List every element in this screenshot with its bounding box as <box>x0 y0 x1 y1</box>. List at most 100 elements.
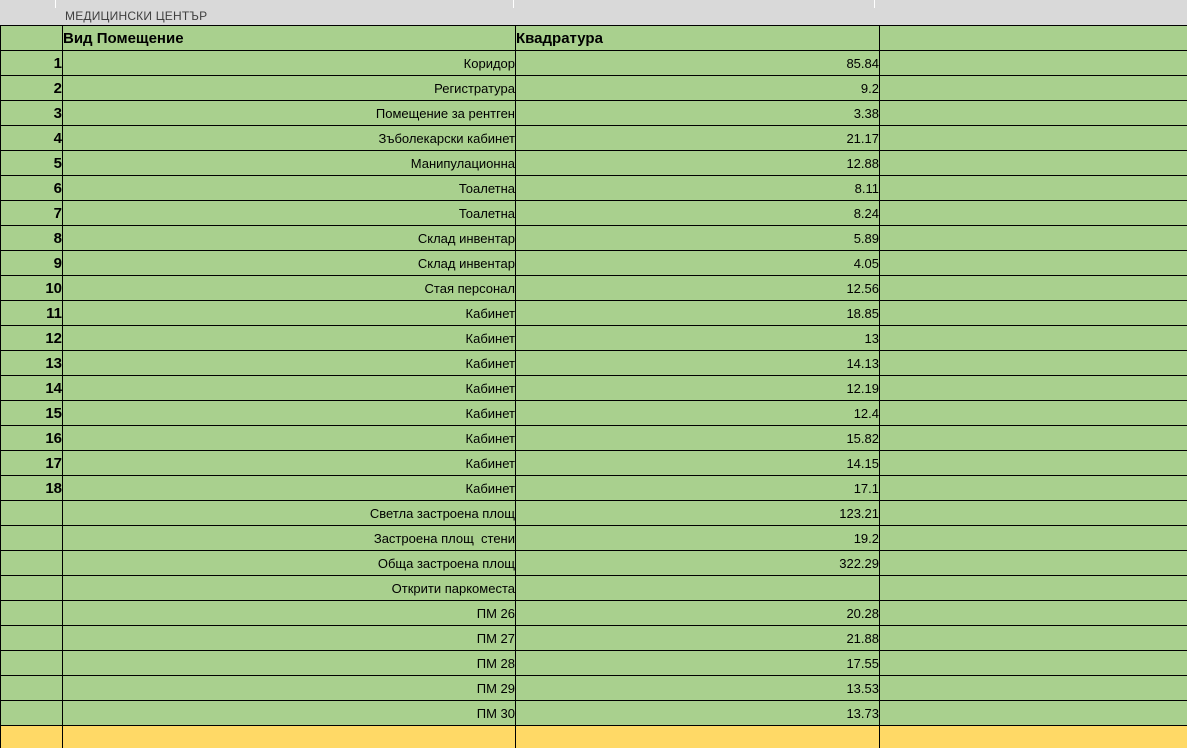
cell-area[interactable]: 85.84 <box>516 51 880 76</box>
cell-room-type[interactable]: Открити паркоместа <box>63 576 516 601</box>
cell-row-number[interactable]: 13 <box>1 351 63 376</box>
cell-room-type[interactable]: Кабинет <box>63 451 516 476</box>
cell-empty[interactable] <box>880 51 1187 76</box>
cell-area[interactable]: 14.13 <box>516 351 880 376</box>
cell-empty[interactable] <box>880 176 1187 201</box>
cell-row-number[interactable]: 11 <box>1 301 63 326</box>
cell-empty[interactable] <box>880 576 1187 601</box>
cell-area[interactable]: 8.24 <box>516 201 880 226</box>
cell-area[interactable]: 19.2 <box>516 526 880 551</box>
cell-empty[interactable] <box>880 351 1187 376</box>
cell-empty[interactable] <box>880 676 1187 701</box>
cell-area[interactable]: 8.11 <box>516 176 880 201</box>
cell-empty[interactable] <box>880 501 1187 526</box>
header-cell-empty[interactable] <box>1 26 63 51</box>
cell-row-number[interactable]: 7 <box>1 201 63 226</box>
cell-area[interactable]: 18.85 <box>516 301 880 326</box>
cell-room-type[interactable]: Зъболекарски кабинет <box>63 126 516 151</box>
cell-room-type[interactable]: Кабинет <box>63 351 516 376</box>
cell-room-type[interactable]: Склад инвентар <box>63 226 516 251</box>
cell-empty[interactable] <box>880 526 1187 551</box>
cell-empty[interactable] <box>1 726 63 748</box>
cell-row-number[interactable] <box>1 601 63 626</box>
cell-row-number[interactable]: 8 <box>1 226 63 251</box>
cell-empty[interactable] <box>880 451 1187 476</box>
cell-room-type[interactable]: Стая персонал <box>63 276 516 301</box>
cell-empty[interactable] <box>880 201 1187 226</box>
cell-row-number[interactable] <box>1 701 63 726</box>
cell-area[interactable]: 21.88 <box>516 626 880 651</box>
cell-empty[interactable] <box>880 551 1187 576</box>
cell-room-type[interactable]: Кабинет <box>63 401 516 426</box>
cell-row-number[interactable] <box>1 626 63 651</box>
cell-area[interactable]: 13.73 <box>516 701 880 726</box>
cell-area[interactable]: 15.82 <box>516 426 880 451</box>
cell-room-type[interactable]: ПМ 28 <box>63 651 516 676</box>
cell-row-number[interactable]: 5 <box>1 151 63 176</box>
cell-row-number[interactable] <box>1 551 63 576</box>
cell-empty[interactable] <box>880 376 1187 401</box>
cell-empty[interactable] <box>63 726 516 748</box>
cell-empty[interactable] <box>880 151 1187 176</box>
cell-area[interactable]: 20.28 <box>516 601 880 626</box>
cell-empty[interactable] <box>880 301 1187 326</box>
cell-area[interactable]: 21.17 <box>516 126 880 151</box>
cell-empty[interactable] <box>880 126 1187 151</box>
column-header-room-type[interactable]: Вид Помещение <box>63 26 516 51</box>
cell-area[interactable]: 12.4 <box>516 401 880 426</box>
cell-row-number[interactable]: 12 <box>1 326 63 351</box>
cell-empty[interactable] <box>880 401 1187 426</box>
cell-area[interactable]: 17.1 <box>516 476 880 501</box>
cell-row-number[interactable]: 15 <box>1 401 63 426</box>
header-cell-empty[interactable] <box>880 26 1187 51</box>
cell-area[interactable]: 12.56 <box>516 276 880 301</box>
cell-empty[interactable] <box>880 226 1187 251</box>
cell-area[interactable] <box>516 576 880 601</box>
cell-empty[interactable] <box>880 276 1187 301</box>
cell-row-number[interactable]: 16 <box>1 426 63 451</box>
cell-room-type[interactable]: Кабинет <box>63 426 516 451</box>
cell-row-number[interactable]: 14 <box>1 376 63 401</box>
cell-area[interactable]: 3.38 <box>516 101 880 126</box>
cell-room-type[interactable]: ПМ 29 <box>63 676 516 701</box>
cell-empty[interactable] <box>880 76 1187 101</box>
cell-row-number[interactable]: 4 <box>1 126 63 151</box>
cell-area[interactable]: 14.15 <box>516 451 880 476</box>
cell-room-type[interactable]: Регистратура <box>63 76 516 101</box>
cell-row-number[interactable] <box>1 651 63 676</box>
cell-room-type[interactable]: ПМ 26 <box>63 601 516 626</box>
cell-room-type[interactable]: Помещение за рентген <box>63 101 516 126</box>
cell-room-type[interactable]: Кабинет <box>63 476 516 501</box>
cell-row-number[interactable] <box>1 576 63 601</box>
cell-area[interactable]: 123.21 <box>516 501 880 526</box>
column-header-area[interactable]: Квадратура <box>516 26 880 51</box>
cell-empty[interactable] <box>880 476 1187 501</box>
cell-room-type[interactable]: ПМ 27 <box>63 626 516 651</box>
cell-room-type[interactable]: Тоалетна <box>63 176 516 201</box>
cell-row-number[interactable]: 18 <box>1 476 63 501</box>
cell-area[interactable]: 13.53 <box>516 676 880 701</box>
cell-row-number[interactable] <box>1 676 63 701</box>
cell-area[interactable]: 12.19 <box>516 376 880 401</box>
cell-room-type[interactable]: Коридор <box>63 51 516 76</box>
cell-row-number[interactable] <box>1 526 63 551</box>
cell-row-number[interactable]: 6 <box>1 176 63 201</box>
cell-row-number[interactable]: 2 <box>1 76 63 101</box>
cell-empty[interactable] <box>880 601 1187 626</box>
cell-empty[interactable] <box>880 626 1187 651</box>
cell-empty[interactable] <box>880 326 1187 351</box>
cell-empty[interactable] <box>516 726 880 748</box>
cell-room-type[interactable]: Манипулационна <box>63 151 516 176</box>
cell-row-number[interactable]: 17 <box>1 451 63 476</box>
cell-room-type[interactable]: Застроена площ стени <box>63 526 516 551</box>
cell-area[interactable]: 12.88 <box>516 151 880 176</box>
cell-room-type[interactable]: Тоалетна <box>63 201 516 226</box>
cell-empty[interactable] <box>880 251 1187 276</box>
cell-area[interactable]: 4.05 <box>516 251 880 276</box>
cell-empty[interactable] <box>880 701 1187 726</box>
cell-room-type[interactable]: Обща застроена площ <box>63 551 516 576</box>
cell-room-type[interactable]: Кабинет <box>63 301 516 326</box>
cell-room-type[interactable]: Светла застроена площ <box>63 501 516 526</box>
cell-empty[interactable] <box>880 101 1187 126</box>
cell-area[interactable]: 322.29 <box>516 551 880 576</box>
